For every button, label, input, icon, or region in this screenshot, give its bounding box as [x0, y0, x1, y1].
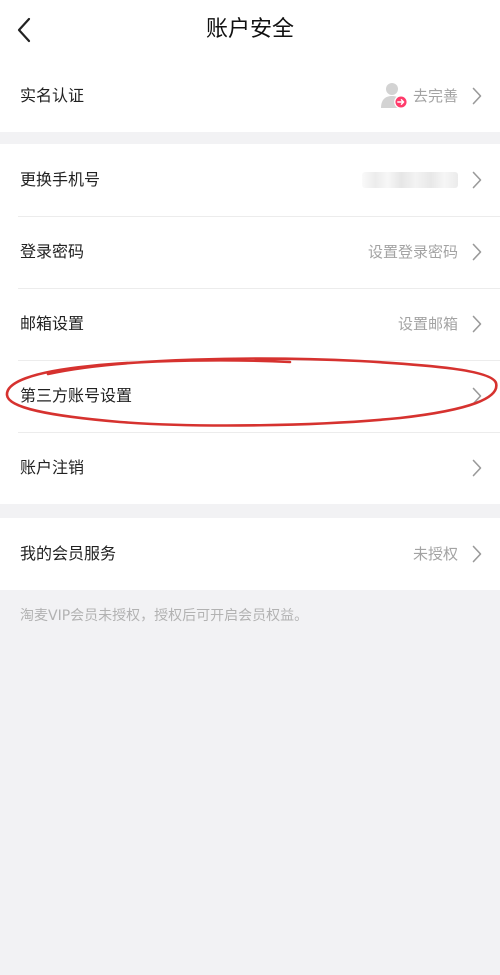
- third-party-account-label: 第三方账号设置: [20, 386, 133, 405]
- email-settings-label: 邮箱设置: [20, 314, 85, 333]
- email-settings-row[interactable]: 邮箱设置 设置邮箱: [0, 288, 500, 360]
- account-settings-section: 更换手机号 登录密码 设置登录密码 邮箱设置 设置邮箱 第三方账号设置 账户注销: [0, 144, 500, 504]
- chevron-right-icon: [472, 243, 482, 261]
- membership-note: 淘麦VIP会员未授权，授权后可开启会员权益。: [20, 608, 309, 624]
- email-settings-value: 设置邮箱: [397, 315, 458, 333]
- chevron-right-icon: [472, 315, 482, 333]
- phone-number-blurred: [362, 172, 458, 188]
- realname-status: 去完善: [412, 87, 458, 105]
- chevron-right-icon: [472, 545, 482, 563]
- page-title: 账户安全: [205, 17, 294, 42]
- change-phone-row[interactable]: 更换手机号: [0, 144, 500, 216]
- chevron-right-icon: [472, 87, 482, 105]
- membership-status: 未授权: [412, 545, 458, 563]
- membership-label: 我的会员服务: [20, 544, 117, 563]
- change-phone-label: 更换手机号: [20, 170, 101, 189]
- chevron-right-icon: [472, 171, 482, 189]
- cancel-account-row[interactable]: 账户注销: [0, 432, 500, 504]
- login-password-row[interactable]: 登录密码 设置登录密码: [0, 216, 500, 288]
- realname-row[interactable]: 实名认证 去完善: [0, 60, 500, 132]
- third-party-account-row[interactable]: 第三方账号设置: [0, 360, 500, 432]
- user-avatar-icon: [381, 83, 408, 109]
- membership-row[interactable]: 我的会员服务 未授权: [0, 518, 500, 590]
- realname-label: 实名认证: [20, 86, 85, 105]
- realname-section: 实名认证 去完善: [0, 60, 500, 132]
- nav-bar: 账户安全: [0, 0, 500, 60]
- chevron-right-icon: [472, 459, 482, 477]
- chevron-right-icon: [472, 387, 482, 405]
- cancel-account-label: 账户注销: [20, 458, 85, 477]
- membership-section: 我的会员服务 未授权: [0, 518, 500, 590]
- login-password-label: 登录密码: [20, 242, 85, 261]
- login-password-value: 设置登录密码: [367, 243, 458, 261]
